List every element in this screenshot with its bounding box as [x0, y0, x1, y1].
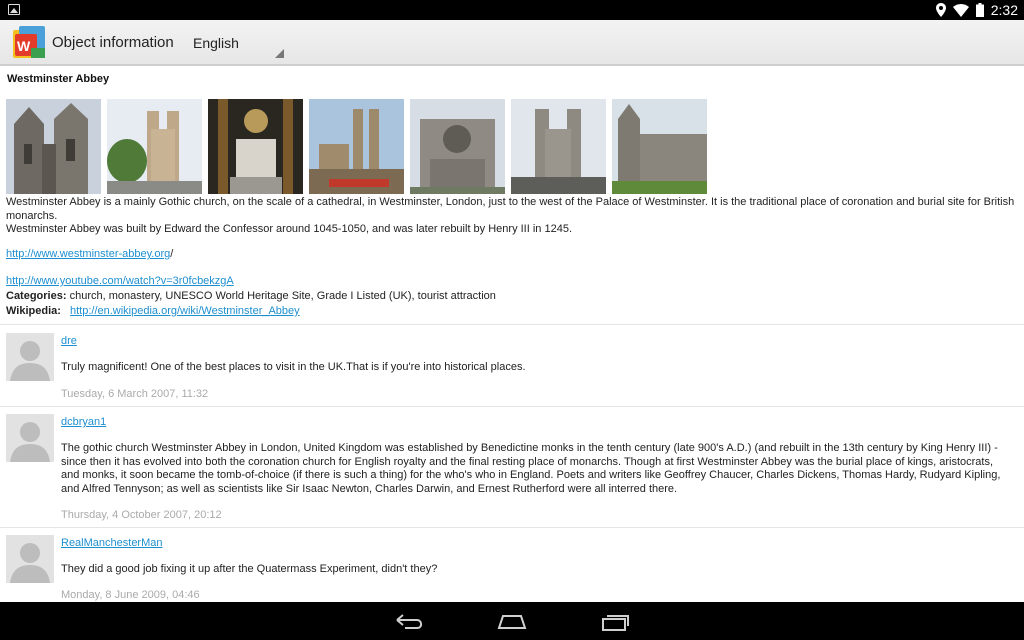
- home-icon[interactable]: [492, 610, 532, 634]
- avatar: [6, 333, 54, 381]
- photo-2[interactable]: [107, 99, 202, 194]
- categories-value: church, monastery, UNESCO World Heritage…: [69, 290, 496, 302]
- photo-3[interactable]: [208, 99, 303, 194]
- language-spinner-value: English: [193, 35, 239, 51]
- battery-icon: [975, 3, 984, 17]
- comment-item[interactable]: dre Truly magnificent! One of the best p…: [0, 324, 1024, 406]
- wikipedia-row: Wikipedia: http://en.wikipedia.org/wiki/…: [6, 305, 300, 317]
- wifi-icon: [952, 3, 969, 17]
- language-spinner[interactable]: English: [184, 28, 288, 60]
- page-title: Object information: [52, 34, 174, 51]
- spinner-arrow-icon: [275, 49, 284, 58]
- svg-text:W: W: [17, 38, 31, 54]
- wikimapia-logo-icon[interactable]: W: [11, 24, 49, 62]
- comment-text: The gothic church Westminster Abbey in L…: [61, 442, 1001, 495]
- website-link[interactable]: http://www.westminster-abbey.org: [6, 248, 170, 260]
- comment-item[interactable]: dcbryan1 The gothic church Westminster A…: [0, 406, 1024, 527]
- comment-date: Monday, 8 June 2009, 04:46: [61, 589, 200, 601]
- navigation-bar: [0, 602, 1024, 640]
- categories-row: Categories: church, monastery, UNESCO Wo…: [6, 290, 496, 302]
- action-bar: W Object information English: [0, 20, 1024, 66]
- comment-item[interactable]: RealManchesterMan They did a good job fi…: [0, 527, 1024, 602]
- comment-date: Thursday, 4 October 2007, 20:12: [61, 509, 222, 521]
- wikipedia-label: Wikipedia:: [6, 305, 61, 317]
- object-name: Westminster Abbey: [7, 73, 110, 85]
- back-icon[interactable]: [390, 610, 430, 634]
- photo-gallery: [6, 99, 707, 194]
- status-icons: 2:32: [935, 1, 1018, 19]
- wikipedia-link[interactable]: http://en.wikipedia.org/wiki/Westminster…: [70, 305, 300, 317]
- comment-author[interactable]: RealManchesterMan: [61, 537, 163, 549]
- photo-7[interactable]: [612, 99, 707, 194]
- recent-apps-icon[interactable]: [596, 610, 636, 634]
- photo-1[interactable]: [6, 99, 101, 194]
- status-bar: 2:32: [0, 0, 1024, 20]
- description-paragraph-2: Westminster Abbey was built by Edward th…: [6, 223, 572, 235]
- youtube-link[interactable]: http://www.youtube.com/watch?v=3r0fcbekz…: [6, 275, 234, 287]
- avatar: [6, 535, 54, 583]
- location-icon: [935, 3, 946, 17]
- description-paragraph-1: Westminster Abbey is a mainly Gothic chu…: [6, 196, 1015, 222]
- comment-text: Truly magnificent! One of the best place…: [61, 361, 526, 373]
- comment-author[interactable]: dre: [61, 335, 77, 347]
- comment-date: Tuesday, 6 March 2007, 11:32: [61, 388, 209, 400]
- photo-6[interactable]: [511, 99, 606, 194]
- comment-author[interactable]: dcbryan1: [61, 416, 106, 428]
- avatar: [6, 414, 54, 462]
- image-notification-icon: [8, 4, 20, 15]
- photo-5[interactable]: [410, 99, 505, 194]
- comment-text: They did a good job fixing it up after t…: [61, 563, 438, 575]
- website-link-suffix: /: [170, 248, 174, 260]
- photo-4[interactable]: [309, 99, 404, 194]
- categories-label: Categories:: [6, 290, 67, 302]
- website-link-row: http://www.westminster-abbey.org/: [6, 248, 173, 260]
- youtube-link-row: http://www.youtube.com/watch?v=3r0fcbekz…: [6, 275, 234, 287]
- object-details[interactable]: Westminster Abbey Westminster Abbey is a…: [0, 66, 1024, 602]
- status-clock: 2:32: [990, 2, 1018, 18]
- object-description: Westminster Abbey is a mainly Gothic chu…: [6, 196, 1016, 237]
